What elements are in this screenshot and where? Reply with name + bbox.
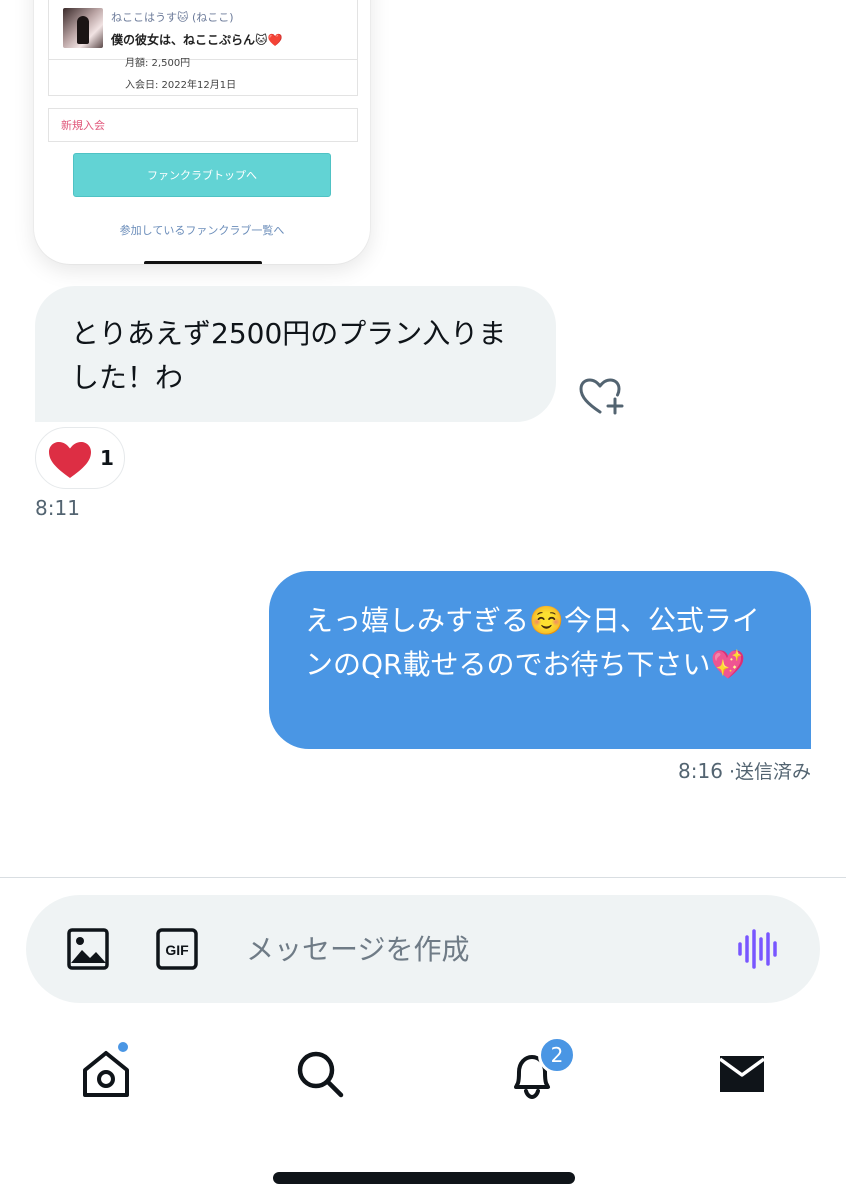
outgoing-message-bubble[interactable]: えっ嬉しみすぎる☺️今日、公式ラインのQR載せるのでお待ち下さい💖 xyxy=(269,571,811,749)
member-name: ねここはうす🐱 (ねここ) xyxy=(111,11,234,24)
monthly-fee: 月額: 2,500円 xyxy=(125,58,191,69)
club-top-button: ファンクラブトップへ xyxy=(73,153,331,197)
incoming-timestamp: 8:11 xyxy=(35,496,80,520)
outgoing-meta: 8:16 ·送信済み xyxy=(678,757,811,784)
member-plan-title: 僕の彼女は、ねここぷらん🐱❤️ xyxy=(111,33,283,47)
membership-details: ねここはうす🐱 (ねここ) 僕の彼女は、ねここぷらん🐱❤️ 月額: 2,500円… xyxy=(48,0,358,96)
home-icon[interactable] xyxy=(80,1048,132,1100)
reaction-pill[interactable]: 1 xyxy=(35,427,125,489)
incoming-message-bubble[interactable]: とりあえず2500円のプラン入りました！わ xyxy=(35,286,556,422)
new-join-label: 新規入会 xyxy=(48,108,358,142)
outgoing-timestamp: 8:16 xyxy=(678,759,723,783)
home-indicator xyxy=(273,1172,575,1184)
delivery-status: ·送信済み xyxy=(728,761,811,783)
member-thumbnail xyxy=(63,8,103,48)
svg-text:GIF: GIF xyxy=(165,942,189,958)
message-composer: GIF xyxy=(26,895,820,1003)
image-icon[interactable] xyxy=(66,927,110,971)
joined-date: 入会日: 2022年12月1日 xyxy=(125,80,237,91)
reaction-count: 1 xyxy=(100,446,114,470)
mail-icon[interactable] xyxy=(716,1048,768,1100)
notification-badge: 2 xyxy=(538,1036,576,1074)
home-unread-dot xyxy=(116,1040,130,1054)
message-input[interactable] xyxy=(246,923,706,975)
shared-screenshot[interactable]: ねここはうす🐱 (ねここ) 僕の彼女は、ねここぷらん🐱❤️ 月額: 2,500円… xyxy=(34,0,370,264)
gif-icon[interactable]: GIF xyxy=(155,927,199,971)
heart-icon xyxy=(49,442,91,478)
search-icon[interactable] xyxy=(294,1048,346,1100)
home-indicator-in-screenshot xyxy=(144,261,262,264)
member-row: ねここはうす🐱 (ねここ) 僕の彼女は、ねここぷらん🐱❤️ xyxy=(49,0,357,60)
add-reaction-icon[interactable] xyxy=(578,377,624,417)
divider xyxy=(0,877,846,878)
voice-icon[interactable] xyxy=(736,927,780,971)
club-list-link: 参加しているファンクラブ一覧へ xyxy=(119,224,285,237)
